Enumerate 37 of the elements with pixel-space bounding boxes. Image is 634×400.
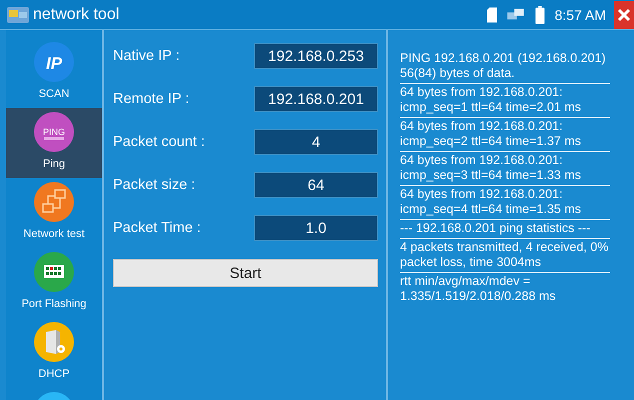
log-entry: 4 packets transmitted, 4 received, 0% packet loss, time 3004ms [400, 239, 610, 273]
input-field[interactable]: 64 [254, 172, 378, 198]
input-field[interactable]: 4 [254, 129, 378, 155]
network-computers-icon [506, 8, 525, 22]
close-button[interactable] [614, 0, 634, 28]
sidebar-item[interactable]: Port Flashing [6, 248, 102, 318]
log-entry: rtt min/avg/max/mdev = 1.335/1.519/2.018/0.288 ms [400, 273, 557, 305]
ip-logo-icon: IP [34, 42, 74, 82]
app-icon [7, 6, 29, 22]
input-field[interactable]: 192.168.0.253 [254, 43, 378, 69]
server-gear-icon [34, 322, 74, 362]
start-button[interactable]: Start [113, 259, 378, 287]
field-label: Packet size : [113, 177, 196, 193]
log-entry: PING 192.168.0.201 (192.168.0.201) 56(84) bytes of data. [400, 50, 610, 84]
field-label: Native IP : [113, 48, 180, 64]
battery-icon [534, 6, 545, 24]
sidebar-item[interactable]: IP SCAN [6, 38, 102, 108]
log-entry: 64 bytes from 192.168.0.201: icmp_seq=2 ttl=64 time=1.37 ms [400, 118, 610, 152]
sidebar-item[interactable]: PING Ping [6, 108, 102, 178]
log-entry: 64 bytes from 192.168.0.201: icmp_seq=1 ttl=64 time=2.01 ms [400, 84, 610, 118]
clock-time: 8:57 AM [554, 6, 606, 22]
field-label: Packet Time : [113, 220, 201, 236]
log-entry: --- 192.168.0.201 ping statistics --- [400, 220, 610, 239]
network-icon [34, 182, 74, 222]
log-entry: 64 bytes from 192.168.0.201: icmp_seq=3 ttl=64 time=1.33 ms [400, 152, 610, 186]
sd-card-icon [486, 6, 497, 24]
input-field[interactable]: 1.0 [254, 215, 378, 241]
close-icon [617, 8, 631, 22]
port-panel-icon [34, 252, 74, 292]
sidebar-item[interactable]: DHCP [6, 318, 102, 388]
field-label: Remote IP : [113, 91, 190, 107]
sidebar-item[interactable]: Network test [6, 178, 102, 248]
log-entry: 64 bytes from 192.168.0.201: icmp_seq=4 ttl=64 time=1.35 ms [400, 186, 610, 220]
input-field[interactable]: 192.168.0.201 [254, 86, 378, 112]
ping-logo-icon: PING [34, 112, 74, 152]
field-label: Packet count : [113, 134, 205, 150]
window-title: network tool [33, 6, 120, 24]
